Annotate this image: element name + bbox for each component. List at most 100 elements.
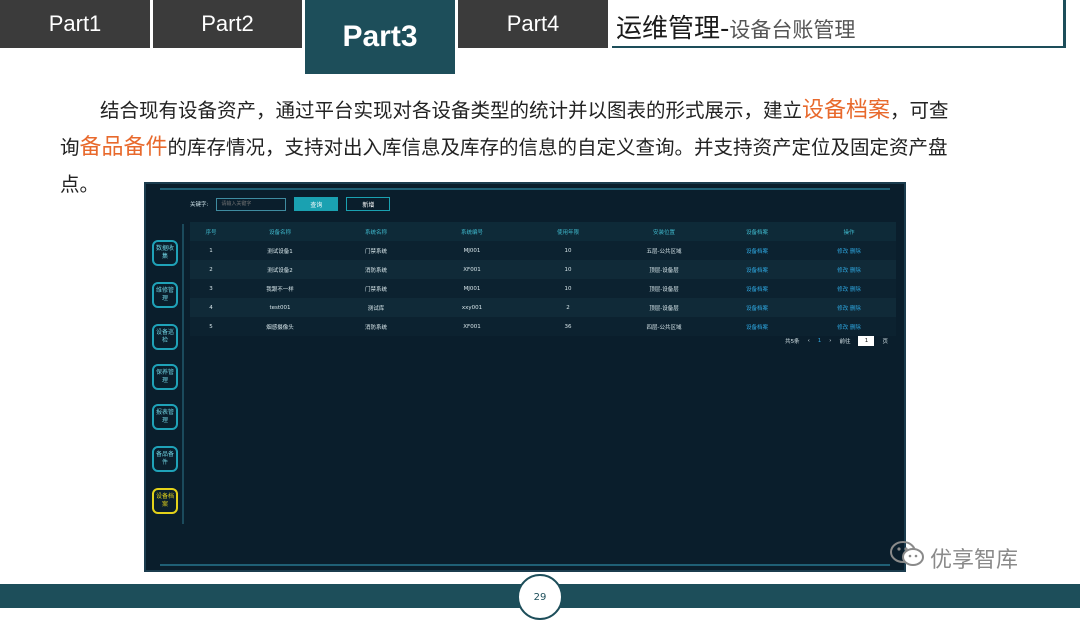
col-header: 系统名称: [364, 229, 387, 236]
goto-page-input[interactable]: 1: [858, 336, 875, 346]
archive-link[interactable]: 设备档案: [712, 323, 802, 331]
cell-location: 四层-公共区域: [646, 324, 682, 331]
table-row: 5 烟感摄像头 消防系统 XF001 36 四层-公共区域 设备档案 修改 删除: [190, 317, 896, 336]
cell-system-name: 门禁系统: [364, 286, 387, 293]
highlight-equipment-archive: 设备档案: [802, 98, 891, 123]
highlight-spare-parts: 备品备件: [79, 135, 168, 160]
edit-link[interactable]: 修改: [837, 268, 848, 274]
cell-device-name: 我跟不一样: [266, 286, 294, 293]
table-header-row: 序号 设备名称 系统名称 系统编号 使用年限 安装位置 设备档案 操作: [190, 222, 896, 241]
sidebar-item-maintenance[interactable]: 维修管理: [152, 282, 178, 308]
total-count: 共5条: [785, 339, 800, 345]
cell-location: 顶层-设备层: [649, 267, 679, 274]
col-header: 序号: [205, 229, 217, 236]
cell-system-name: 消防系统: [364, 324, 387, 331]
sidebar-item-data-collection[interactable]: 数据收集: [152, 240, 178, 266]
archive-link[interactable]: 设备档案: [712, 266, 802, 274]
cell-actions: 修改 删除: [802, 266, 896, 274]
cell-location: 五层-公共区域: [646, 248, 682, 255]
equipment-table: 序号 设备名称 系统名称 系统编号 使用年限 安装位置 设备档案 操作 1 测试…: [190, 222, 896, 336]
query-button[interactable]: 查询: [294, 197, 339, 211]
archive-link[interactable]: 设备档案: [712, 247, 802, 255]
sidebar-item-spare-parts[interactable]: 备品备件: [152, 446, 178, 472]
cell-device-name: 测试设备1: [267, 248, 293, 255]
archive-link[interactable]: 设备档案: [712, 285, 802, 293]
sidebar-item-inspection[interactable]: 设备巡检: [152, 324, 178, 350]
cell-system-name: 消防系统: [364, 267, 387, 274]
prev-page-button[interactable]: ‹: [808, 338, 810, 344]
cell-location: 顶层-设备层: [649, 286, 679, 293]
col-header: 安装位置: [652, 229, 675, 236]
page-title: 运维管理-设备台账管理: [616, 8, 855, 45]
tab-part1[interactable]: Part1: [0, 0, 150, 48]
watermark: 优享智库: [890, 540, 1018, 575]
app-screenshot: 数据收集 维修管理 设备巡检 保养管理 报表管理 备品备件 设备档案 关键字: …: [144, 182, 906, 572]
tab-part3[interactable]: Part3: [305, 0, 455, 74]
edit-link[interactable]: 修改: [837, 306, 848, 312]
delete-link[interactable]: 删除: [850, 325, 861, 331]
header-underline: [612, 46, 1064, 48]
col-header: 设备档案: [745, 229, 768, 236]
cell-index: 5: [209, 323, 213, 330]
title-main: 运维管理-: [616, 14, 730, 44]
cell-system-name: 门禁系统: [364, 248, 387, 255]
cell-service-years: 10: [564, 266, 572, 273]
cell-system-code: xxy001: [461, 304, 483, 311]
cell-device-name: 测试设备2: [267, 267, 293, 274]
page-unit-label: 页: [882, 339, 888, 345]
table-row: 2 测试设备2 消防系统 XF001 10 顶层-设备层 设备档案 修改 删除: [190, 260, 896, 279]
cell-index: 2: [209, 266, 213, 273]
cell-system-code: MJ001: [463, 247, 481, 254]
cell-service-years: 10: [564, 285, 572, 292]
tab-part2[interactable]: Part2: [153, 0, 302, 48]
cell-location: 顶层-设备层: [649, 305, 679, 312]
cell-device-name: 烟感摄像头: [266, 324, 294, 331]
title-sub: 设备台账管理: [729, 18, 856, 42]
sidebar-rail: [182, 224, 184, 524]
keyword-label: 关键字:: [190, 202, 209, 208]
delete-link[interactable]: 删除: [850, 287, 861, 293]
goto-label: 前往: [839, 339, 851, 345]
table-row: 4 test001 测试库 xxy001 2 顶层-设备层 设备档案 修改 删除: [190, 298, 896, 317]
col-header: 使用年限: [556, 229, 579, 236]
table-row: 3 我跟不一样 门禁系统 MJ001 10 顶层-设备层 设备档案 修改 删除: [190, 279, 896, 298]
delete-link[interactable]: 删除: [850, 268, 861, 274]
sidebar-item-upkeep[interactable]: 保养管理: [152, 364, 178, 390]
pagination: 共5条 ‹ 1 › 前往 1 页: [785, 336, 888, 346]
sidebar-item-equipment-archive[interactable]: 设备档案: [152, 488, 178, 514]
wechat-icon: [890, 540, 924, 575]
header-right-bar: [1063, 0, 1066, 48]
tab-part4[interactable]: Part4: [458, 0, 608, 48]
archive-link[interactable]: 设备档案: [712, 304, 802, 312]
table-row: 1 测试设备1 门禁系统 MJ001 10 五层-公共区域 设备档案 修改 删除: [190, 241, 896, 260]
delete-link[interactable]: 删除: [850, 306, 861, 312]
watermark-text: 优享智库: [930, 547, 1019, 573]
cell-service-years: 2: [566, 304, 570, 311]
add-button[interactable]: 新增: [346, 197, 391, 211]
current-page[interactable]: 1: [818, 338, 822, 344]
delete-link[interactable]: 删除: [850, 249, 861, 255]
col-header: 操作: [843, 229, 855, 236]
cell-index: 3: [209, 285, 213, 292]
edit-link[interactable]: 修改: [837, 325, 848, 331]
cell-actions: 修改 删除: [802, 323, 896, 331]
cell-system-code: XF001: [463, 323, 481, 330]
part-tabs: Part1 Part2 Part3 Part4: [0, 0, 608, 74]
edit-link[interactable]: 修改: [837, 249, 848, 255]
col-header: 系统编号: [460, 229, 483, 236]
search-bar: 关键字: 查询 新增: [190, 196, 391, 212]
col-header: 设备名称: [268, 229, 291, 236]
cell-actions: 修改 删除: [802, 247, 896, 255]
cell-actions: 修改 删除: [802, 304, 896, 312]
sidebar-item-reports[interactable]: 报表管理: [152, 404, 178, 430]
table-body: 1 测试设备1 门禁系统 MJ001 10 五层-公共区域 设备档案 修改 删除…: [190, 241, 896, 336]
cell-system-code: MJ001: [463, 285, 481, 292]
edit-link[interactable]: 修改: [837, 287, 848, 293]
cell-system-name: 测试库: [367, 305, 385, 312]
cell-device-name: test001: [269, 304, 291, 311]
cell-actions: 修改 删除: [802, 285, 896, 293]
cell-index: 4: [209, 304, 213, 311]
cell-index: 1: [209, 247, 213, 254]
next-page-button[interactable]: ›: [829, 338, 831, 344]
keyword-input[interactable]: [216, 197, 287, 211]
